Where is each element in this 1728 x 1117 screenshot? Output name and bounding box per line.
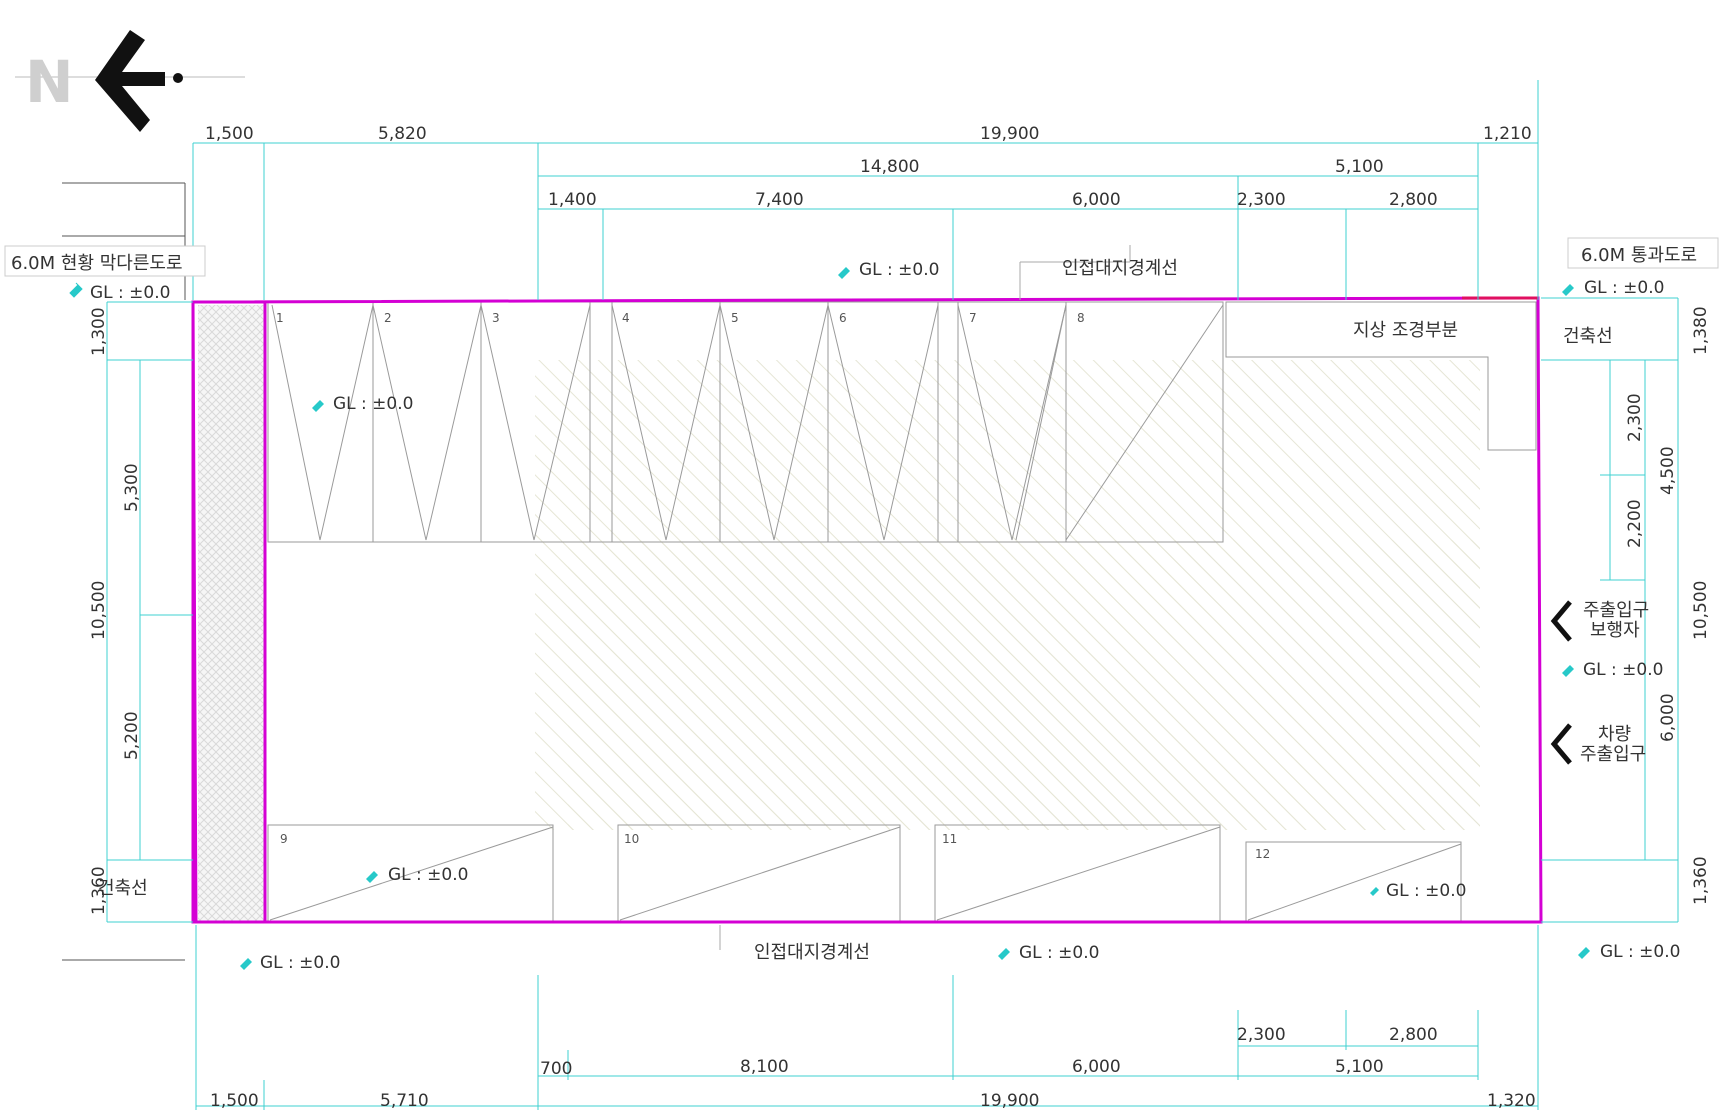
dim-bottom: 5,100 (1335, 1057, 1384, 1077)
dim-right: 2,200 (1625, 499, 1645, 548)
north-label: N (25, 48, 74, 116)
gl-marker: GL : ±0.0 (1370, 881, 1466, 901)
left-dimensions: 1,300 10,500 1,360 5,300 5,200 (89, 307, 142, 915)
gl-marker: GL : ±0.0 (998, 943, 1099, 963)
gl-label: GL : ±0.0 (333, 394, 413, 414)
stall-number: 10 (624, 832, 639, 846)
level-marker-icon (1578, 947, 1590, 959)
building-line-label-right: 건축선 (1563, 326, 1613, 347)
dim-bottom: 8,100 (740, 1057, 789, 1077)
vehicle-entrance-label: 주출입구 (1580, 744, 1646, 765)
site-plan-drawing: N 1 2 3 4 5 6 7 8 9 10 11 12 1,500 5,820… (4, 30, 1719, 1111)
gl-marker: GL : ±0.0 (1562, 278, 1664, 298)
gl-label: GL : ±0.0 (1584, 278, 1664, 298)
gl-label: GL : ±0.0 (1583, 660, 1663, 680)
gl-marker: GL : ±0.0 (312, 394, 413, 414)
chevron-left-icon (1550, 600, 1572, 642)
stall-number: 11 (942, 832, 957, 846)
gl-marker: GL : ±0.0 (366, 865, 468, 885)
top-dimensions: 1,500 5,820 19,900 1,210 14,800 5,100 1,… (205, 124, 1532, 210)
dim-bottom: 6,000 (1072, 1057, 1121, 1077)
left-road-label: 6.0M 현황 막다른도로 (11, 253, 183, 274)
gl-label: GL : ±0.0 (90, 283, 170, 303)
gl-label: GL : ±0.0 (859, 260, 939, 280)
level-marker-icon (838, 267, 850, 279)
gl-label: GL : ±0.0 (1386, 881, 1466, 901)
dim-right: 6,000 (1658, 693, 1678, 742)
level-marker-icon (1562, 665, 1574, 677)
level-marker-icon (312, 400, 324, 412)
level-marker-icon (1562, 284, 1574, 296)
chevron-left-icon (1550, 723, 1572, 765)
gl-marker: GL : ±0.0 (69, 282, 170, 303)
level-marker-icon (69, 282, 83, 298)
dim-top: 5,820 (378, 124, 427, 144)
main-entrance-label: 주출입구 (1583, 600, 1649, 621)
dim-bottom: 1,320 (1487, 1091, 1536, 1111)
stall-number: 6 (839, 311, 847, 325)
gl-label: GL : ±0.0 (260, 953, 340, 973)
dim-right: 4,500 (1658, 446, 1678, 495)
stall-number: 4 (622, 311, 630, 325)
dim-bottom: 19,900 (980, 1091, 1039, 1111)
dim-right: 1,380 (1691, 306, 1711, 355)
dim-left: 5,300 (122, 463, 142, 512)
level-marker-icon (998, 948, 1010, 960)
level-marker-icon (366, 871, 378, 883)
dim-top: 6,000 (1072, 190, 1121, 210)
dim-top: 1,400 (548, 190, 597, 210)
gl-marker: GL : ±0.0 (1562, 660, 1663, 680)
dim-bottom: 2,800 (1389, 1025, 1438, 1045)
dim-right: 2,300 (1625, 393, 1645, 442)
level-marker-icon (1370, 887, 1379, 896)
dim-right: 10,500 (1691, 581, 1711, 640)
gl-marker: GL : ±0.0 (240, 953, 340, 973)
building-line-label-left: 건축선 (98, 878, 148, 899)
dim-right: 1,360 (1691, 856, 1711, 905)
dim-top: 2,800 (1389, 190, 1438, 210)
dim-bottom: 5,710 (380, 1091, 429, 1111)
gl-marker: GL : ±0.0 (838, 260, 939, 280)
gl-marker: GL : ±0.0 (1578, 942, 1680, 962)
stall-number: 2 (384, 311, 392, 325)
dim-left: 1,300 (89, 307, 109, 356)
dim-bottom: 1,500 (210, 1091, 259, 1111)
boundary-label-top: 인접대지경계선 (1062, 258, 1178, 279)
dim-top: 7,400 (755, 190, 804, 210)
landscape-label: 지상 조경부분 (1353, 320, 1458, 341)
gl-label: GL : ±0.0 (1600, 942, 1680, 962)
dim-top: 1,210 (1483, 124, 1532, 144)
dim-left: 10,500 (89, 581, 109, 640)
dim-top: 5,100 (1335, 157, 1384, 177)
stall-number: 9 (280, 832, 288, 846)
main-entrance-label: 보행자 (1590, 620, 1640, 641)
level-marker-icon (240, 958, 252, 970)
stall-number: 8 (1077, 311, 1085, 325)
right-road-label: 6.0M 통과도로 (1581, 245, 1697, 266)
boundary-label-bottom: 인접대지경계선 (754, 942, 870, 963)
dim-top: 14,800 (860, 157, 919, 177)
dim-bottom: 2,300 (1237, 1025, 1286, 1045)
stall-number: 7 (969, 311, 977, 325)
bottom-dimensions: 2,300 2,800 700 8,100 6,000 5,100 1,500 … (210, 1025, 1536, 1111)
stall-number: 1 (276, 311, 284, 325)
entrance-markers: 주출입구 보행자 차량 주출입구 (1550, 600, 1649, 765)
dim-bottom: 700 (540, 1059, 572, 1079)
dim-left: 5,200 (122, 711, 142, 760)
gl-label: GL : ±0.0 (388, 865, 468, 885)
stall-number: 5 (731, 311, 739, 325)
north-arrow-icon: N (15, 30, 245, 132)
dim-top: 1,500 (205, 124, 254, 144)
stall-number: 3 (492, 311, 500, 325)
dim-top: 19,900 (980, 124, 1039, 144)
dim-top: 2,300 (1237, 190, 1286, 210)
gl-label: GL : ±0.0 (1019, 943, 1099, 963)
stall-number: 12 (1255, 847, 1270, 861)
vehicle-entrance-label: 차량 (1598, 724, 1631, 745)
